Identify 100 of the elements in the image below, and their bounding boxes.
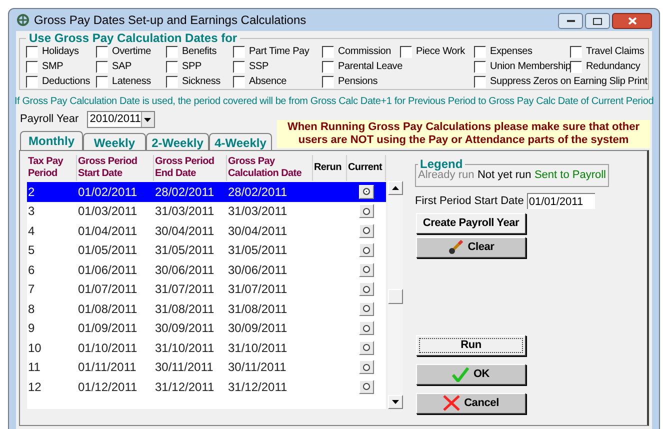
ok-button[interactable]: OK [416,364,526,384]
table-cell-text: 01/04/2011 [77,222,138,240]
table-cell-text: 30/11/2011 [227,359,288,376]
option-checkbox[interactable]: Commission [322,44,392,59]
current-button[interactable] [359,262,374,277]
option-checkbox[interactable]: SSP [233,59,268,74]
table-cell-text: 01/03/2011 [77,203,138,220]
table-cell-text: 31/05/2011 [227,242,288,260]
check-icon [452,366,470,382]
table-row[interactable]: 4 01/04/2011 30/04/2011 30/04/2011 [27,221,386,240]
table-cell-text: 01/06/2011 [77,262,138,279]
table-row[interactable]: 11 01/11/2011 30/11/2011 30/11/2011 [27,358,386,377]
scroll-up-icon[interactable] [392,186,399,190]
table-cell-text: 01/09/2011 [77,320,138,338]
table-row[interactable]: 12 01/12/2011 31/12/2011 31/12/2011 [27,377,386,396]
table-cell-text: 31/12/2011 [154,378,216,396]
table-cell-text: 28/02/2011 [227,184,288,201]
option-checkbox[interactable]: Travel Claims [570,44,644,59]
first-period-label: First Period Start Date [415,194,524,209]
current-button[interactable] [359,204,374,218]
app-icon [16,13,30,27]
tab[interactable]: 2-Weekly [146,133,209,150]
table-cell-text: 30/06/2011 [154,262,216,279]
table-row[interactable]: 10 01/10/2011 31/10/2011 31/10/2011 [27,338,386,358]
first-period-field[interactable]: 01/01/2011 [526,193,595,210]
table-cell-text: 2 [27,184,36,201]
table-cell-text: 11 [27,359,42,376]
scroll-down-icon[interactable] [392,400,399,404]
table-cell-text: 01/02/2011 [77,184,138,201]
current-button[interactable] [359,302,374,316]
table-row[interactable]: 3 01/03/2011 31/03/2011 31/03/2011 [27,202,386,221]
current-button[interactable] [359,321,374,336]
legend-item: Sent to Payroll [534,169,606,181]
option-checkbox[interactable]: Piece Work [400,44,465,59]
scrollbar[interactable] [388,181,403,409]
table-row[interactable]: 8 01/08/2011 31/08/2011 31/08/2011 [27,299,386,318]
current-button[interactable] [359,224,374,238]
option-checkbox[interactable]: Union Membership [474,59,571,74]
close-button[interactable] [612,13,652,29]
table-cell-text: 31/10/2011 [227,340,288,357]
table-cell-text: 31/07/2011 [227,281,288,298]
option-checkbox[interactable]: Expenses [474,44,532,59]
option-checkbox[interactable]: SMP [26,59,64,74]
payroll-year-dropdown[interactable]: 2010/2011 [86,111,155,128]
table-row[interactable]: 6 01/06/2011 30/06/2011 30/06/2011 [27,260,386,280]
option-checkbox[interactable]: Overtime [96,44,151,59]
scrollbar-thumb[interactable] [388,289,403,304]
option-checkbox[interactable]: Suppress Zeros on Earning Slip Print [474,74,648,89]
table-cell-text: 30/04/2011 [154,222,216,240]
table-cell-text: 01/11/2011 [77,359,138,376]
clear-button[interactable]: Clear [416,236,526,258]
option-checkbox[interactable]: SAP [96,59,132,74]
tab[interactable]: 4-Weekly [209,133,272,150]
option-checkbox[interactable]: Lateness [96,74,151,89]
table-cell-text: 31/03/2011 [154,203,216,220]
table-cell-text: 01/05/2011 [77,242,138,260]
option-checkbox[interactable]: Deductions [26,74,90,89]
close-icon [628,17,636,25]
option-checkbox[interactable]: Redundancy [570,59,640,74]
table-cell-text: 30/09/2011 [227,320,288,338]
table-row[interactable]: 7 01/07/2011 31/07/2011 31/07/2011 [27,280,386,299]
option-checkbox[interactable]: Sickness [166,74,220,89]
option-checkbox[interactable]: SPP [166,59,202,74]
table-cell-text: 3 [27,203,36,220]
current-button[interactable] [359,360,374,374]
table-cell-text: 01/07/2011 [77,281,138,298]
run-button[interactable]: Run [416,334,526,356]
option-checkbox[interactable]: Parental Leave [322,59,402,74]
current-button[interactable] [359,184,374,199]
minimize-button[interactable] [558,13,583,29]
table-cell-text: 30/09/2011 [154,320,216,338]
table-cell-text: 31/08/2011 [154,300,216,318]
table-cell-text: 30/06/2011 [227,262,288,279]
current-button[interactable] [359,243,374,258]
group-title: Use Gross Pay Calculation Dates for [28,32,238,44]
legend-item: Already run [418,169,474,181]
option-checkbox[interactable]: Benefits [166,44,217,59]
current-button[interactable] [359,282,374,296]
table-row[interactable]: 9 01/09/2011 30/09/2011 30/09/2011 [27,318,386,338]
table-cell-text: 31/07/2011 [154,281,216,298]
legend-title: Legend [420,159,464,169]
table-cell-text: 9 [27,320,36,338]
table-cell-text: 30/11/2011 [154,359,214,376]
option-checkbox[interactable]: Part Time Pay [233,44,310,59]
maximize-button[interactable] [585,13,610,29]
option-checkbox[interactable]: Holidays [26,44,79,59]
current-button[interactable] [359,340,374,355]
create-year-button[interactable]: Create Payroll Year [416,212,526,234]
tab[interactable]: Monthly [20,131,83,150]
option-checkbox[interactable]: Pensions [322,74,378,89]
option-checkbox[interactable]: Absence [233,74,287,89]
table-row[interactable]: 2 01/02/2011 28/02/2011 28/02/2011 [27,182,386,202]
current-button[interactable] [359,380,374,394]
tab[interactable]: Weekly [83,133,146,150]
table-cell-text: 31/03/2011 [227,203,288,220]
table-cell-text: 10 [27,340,42,357]
table-row[interactable]: 5 01/05/2011 31/05/2011 31/05/2011 [27,240,386,260]
table-cell-text: 8 [27,300,36,318]
cancel-button[interactable]: Cancel [416,392,526,414]
brush-icon [448,240,464,254]
